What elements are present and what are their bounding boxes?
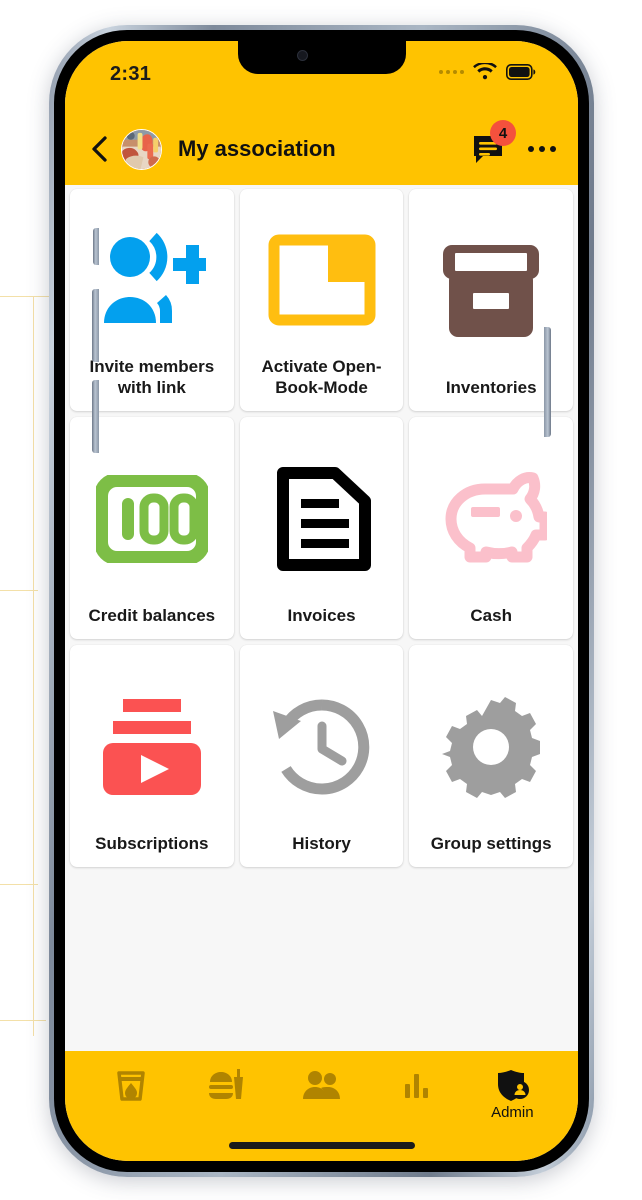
- battery-full-icon: [506, 64, 536, 80]
- admin-shield-person-icon: [498, 1070, 530, 1101]
- backdrop-guide-line: [0, 1020, 46, 1021]
- page-title: My association: [178, 136, 336, 161]
- phone-bezel: 2:31 My association 4 Invite members wit…: [54, 30, 589, 1172]
- tile-label: Credit balances: [88, 606, 216, 626]
- app-bar: My association 4: [65, 113, 578, 185]
- grid-row: Invite members with link Activate Open-B…: [67, 189, 576, 417]
- status-bar: 2:31: [65, 41, 578, 113]
- wifi-icon: [473, 63, 497, 80]
- bar-chart-icon: [404, 1074, 428, 1098]
- nav-item-admin[interactable]: Admin: [465, 1068, 560, 1121]
- phone-screen: 2:31 My association 4 Invite members wit…: [65, 41, 578, 1161]
- back-chevron-icon[interactable]: [89, 136, 109, 162]
- backdrop-guide-line: [33, 296, 34, 1036]
- nav-item-members[interactable]: [274, 1068, 369, 1106]
- history-clock-icon: [246, 661, 398, 833]
- folder-open-icon: [246, 205, 398, 356]
- tile-activate-open-book-mode[interactable]: Activate Open-Book-Mode: [239, 189, 404, 411]
- banknote-100-icon: [76, 433, 228, 605]
- subscriptions-play-icon: [76, 661, 228, 833]
- group-avatar-photo: [122, 129, 161, 169]
- display-notch: [237, 41, 406, 74]
- bottom-navigation-bar: Admin: [65, 1051, 578, 1161]
- grid-row: Credit balances Invoices Cash: [67, 417, 576, 645]
- home-indicator[interactable]: [228, 1142, 415, 1149]
- gear-settings-icon: [415, 661, 567, 833]
- nav-label: Admin: [491, 1104, 534, 1121]
- grid-row: Subscriptions History Group settings: [67, 645, 576, 873]
- more-options-icon[interactable]: [528, 146, 556, 152]
- tile-group-settings[interactable]: Group settings: [409, 645, 574, 867]
- nav-item-drinks[interactable]: [83, 1068, 178, 1106]
- signal-dots-icon: [439, 70, 464, 74]
- drink-glass-icon: [116, 1071, 145, 1101]
- chat-unread-badge: 4: [490, 120, 516, 146]
- tile-label: History: [292, 834, 351, 854]
- volume-up-button[interactable]: [92, 289, 99, 362]
- front-camera-icon: [296, 50, 308, 61]
- piggy-bank-icon: [415, 433, 567, 605]
- nav-item-food[interactable]: [178, 1068, 273, 1106]
- avatar[interactable]: [121, 128, 162, 170]
- status-bar-indicators: [439, 63, 536, 81]
- silence-switch-button[interactable]: [93, 228, 99, 265]
- dashboard-grid: Invite members with link Activate Open-B…: [65, 185, 578, 1051]
- tile-history[interactable]: History: [239, 645, 404, 867]
- tile-cash[interactable]: Cash: [409, 417, 574, 639]
- volume-down-button[interactable]: [92, 380, 99, 453]
- phone-device-frame: 2:31 My association 4 Invite members wit…: [49, 25, 594, 1177]
- tile-invoices[interactable]: Invoices: [239, 417, 404, 639]
- food-burger-drink-icon: [209, 1069, 244, 1099]
- power-button[interactable]: [544, 327, 551, 437]
- people-group-icon: [302, 1071, 340, 1099]
- tile-label: Activate Open-Book-Mode: [261, 356, 382, 398]
- tile-subscriptions[interactable]: Subscriptions: [70, 645, 234, 867]
- tile-label: Subscriptions: [95, 834, 209, 854]
- document-lines-icon: [246, 433, 398, 605]
- chat-button[interactable]: 4: [472, 120, 516, 166]
- tile-label: Cash: [470, 606, 512, 626]
- nav-item-statistics[interactable]: [369, 1068, 464, 1104]
- tile-label: Invoices: [287, 606, 356, 626]
- status-bar-clock: 2:31: [110, 63, 152, 85]
- tile-label: Group settings: [430, 834, 552, 854]
